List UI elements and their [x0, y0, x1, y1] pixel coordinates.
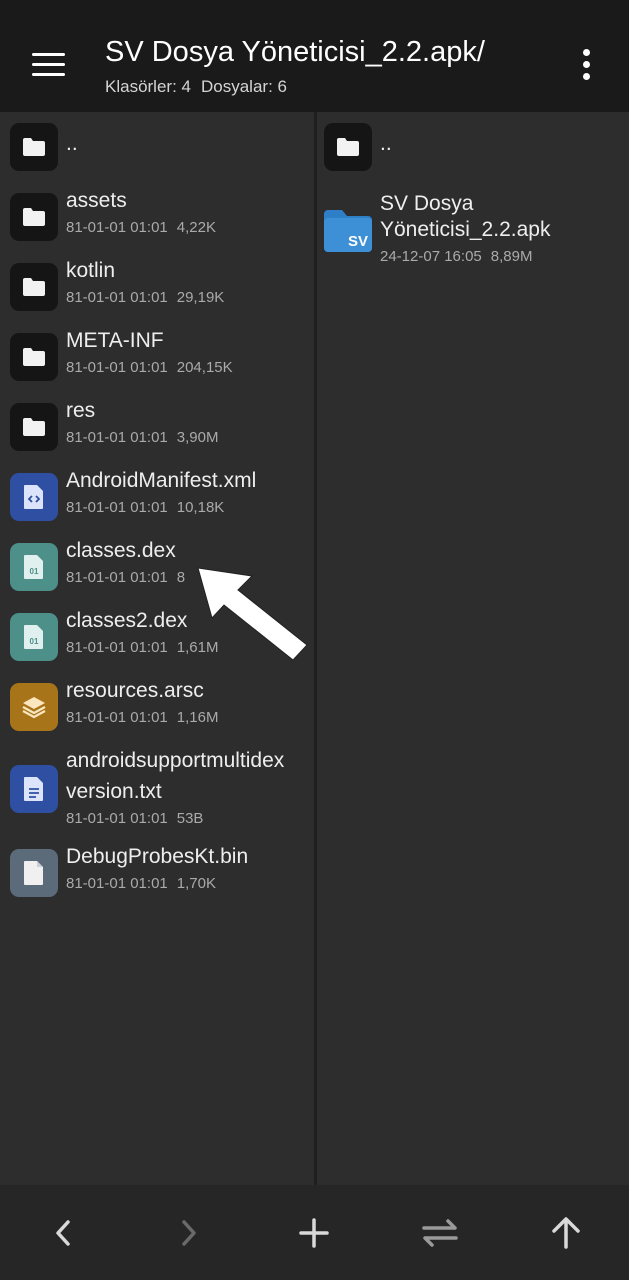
- hamburger-icon: [32, 53, 65, 56]
- list-item[interactable]: androidsupportmultidex version.txt 81-01…: [0, 749, 314, 843]
- item-name: ..: [66, 132, 78, 155]
- item-meta: 81-01-01 01:01 204,15K: [66, 359, 233, 376]
- forward-icon: [182, 1220, 196, 1246]
- item-size: 4,22K: [176, 219, 216, 236]
- text-file-icon: [10, 765, 58, 813]
- list-item[interactable]: kotlin 81-01-01 01:01 29,19K: [0, 259, 314, 323]
- more-options-button[interactable]: [570, 42, 604, 86]
- item-size: 3,90M: [176, 429, 219, 446]
- list-item[interactable]: META-INF 81-01-01 01:01 204,15K: [0, 329, 314, 393]
- item-size: 8: [176, 569, 186, 586]
- apk-item[interactable]: SV SV Dosya Yöneticisi_2.2.apk 24-12-07 …: [317, 192, 629, 276]
- item-size: 29,19K: [176, 289, 225, 306]
- item-name-line2: version.txt: [66, 780, 162, 803]
- item-meta: 81-01-01 01:01 8: [66, 569, 185, 586]
- folder-icon: [10, 193, 58, 241]
- item-size: 1,61M: [176, 639, 219, 656]
- item-meta: 81-01-01 01:01 1,70K: [66, 875, 216, 892]
- layers-icon: [10, 683, 58, 731]
- item-name: kotlin: [66, 259, 116, 282]
- item-meta: 24-12-07 16:05 8,89M: [380, 248, 532, 265]
- folder-icon: [10, 333, 58, 381]
- item-date: 81-01-01 01:01: [66, 359, 168, 376]
- item-size: 1,16M: [176, 709, 219, 726]
- svg-text:01: 01: [30, 637, 39, 646]
- item-name: AndroidManifest.xml: [66, 469, 257, 492]
- folder-count: Klasörler: 4: [105, 77, 191, 96]
- item-name-line2: Yöneticisi_2.2.apk: [380, 218, 551, 241]
- left-file-pane[interactable]: .. assets 81-01-01 01:01 4,22K kotlin 81-…: [0, 112, 314, 1185]
- parent-directory-item[interactable]: ..: [0, 123, 314, 183]
- item-name: assets: [66, 189, 127, 212]
- item-name-line1: androidsupportmultidex: [66, 749, 285, 772]
- binary-file-icon: 01: [10, 613, 58, 661]
- up-icon: [552, 1217, 580, 1249]
- item-date: 81-01-01 01:01: [66, 569, 168, 586]
- item-size: 204,15K: [176, 359, 233, 376]
- list-item[interactable]: assets 81-01-01 01:01 4,22K: [0, 189, 314, 253]
- list-item[interactable]: res 81-01-01 01:01 3,90M: [0, 399, 314, 463]
- file-count: Dosyalar: 6: [200, 77, 287, 96]
- item-date: 81-01-01 01:01: [66, 875, 168, 892]
- list-item[interactable]: resources.arsc 81-01-01 01:01 1,16M: [0, 679, 314, 743]
- item-meta: 81-01-01 01:01 10,18K: [66, 499, 224, 516]
- up-directory-button[interactable]: [536, 1203, 596, 1263]
- item-size: 53B: [176, 810, 204, 827]
- svg-text:01: 01: [30, 567, 39, 576]
- item-name: DebugProbesKt.bin: [66, 845, 249, 868]
- back-icon: [56, 1220, 70, 1246]
- item-name: res: [66, 399, 96, 422]
- path-title: SV Dosya Yöneticisi_2.2.apk/: [105, 36, 485, 68]
- path-subtitle: Klasörler: 4 Dosyalar: 6: [105, 77, 287, 97]
- item-date: 81-01-01 01:01: [66, 219, 168, 236]
- item-size: 8,89M: [490, 248, 533, 265]
- list-item[interactable]: AndroidManifest.xml 81-01-01 01:01 10,18K: [0, 469, 314, 533]
- item-date: 81-01-01 01:01: [66, 639, 168, 656]
- item-name: classes2.dex: [66, 609, 188, 632]
- add-button[interactable]: [284, 1203, 344, 1263]
- folder-icon: [10, 263, 58, 311]
- right-file-pane[interactable]: .. SV SV Dosya Yöneticisi_2.2.apk 24-12-…: [317, 112, 629, 1185]
- list-item[interactable]: 01 classes2.dex 81-01-01 01:01 1,61M: [0, 609, 314, 673]
- item-meta: 81-01-01 01:01 29,19K: [66, 289, 224, 306]
- item-date: 24-12-07 16:05: [380, 248, 482, 265]
- item-name: ..: [380, 132, 392, 155]
- menu-button[interactable]: [24, 40, 74, 88]
- item-name: META-INF: [66, 329, 164, 352]
- more-vert-icon: [583, 49, 590, 56]
- item-date: 81-01-01 01:01: [66, 709, 168, 726]
- swap-icon: [422, 1219, 458, 1247]
- item-name-line1: SV Dosya: [380, 192, 474, 215]
- folder-icon: [10, 123, 58, 171]
- folder-icon: [10, 403, 58, 451]
- apk-badge: SV: [348, 233, 368, 250]
- list-item[interactable]: DebugProbesKt.bin 81-01-01 01:01 1,70K: [0, 845, 314, 909]
- apk-folder-icon: SV: [321, 206, 375, 256]
- item-name: classes.dex: [66, 539, 176, 562]
- code-file-icon: [10, 473, 58, 521]
- item-meta: 81-01-01 01:01 1,61M: [66, 639, 218, 656]
- parent-directory-item[interactable]: ..: [317, 123, 629, 183]
- item-size: 10,18K: [176, 499, 225, 516]
- item-date: 81-01-01 01:01: [66, 429, 168, 446]
- item-date: 81-01-01 01:01: [66, 499, 168, 516]
- item-date: 81-01-01 01:01: [66, 810, 168, 827]
- add-icon: [299, 1218, 329, 1248]
- swap-panes-button[interactable]: [410, 1203, 470, 1263]
- folder-icon: [324, 123, 372, 171]
- item-meta: 81-01-01 01:01 4,22K: [66, 219, 216, 236]
- file-icon: [10, 849, 58, 897]
- item-name: resources.arsc: [66, 679, 204, 702]
- back-button[interactable]: [33, 1203, 93, 1263]
- forward-button[interactable]: [158, 1203, 218, 1263]
- list-item[interactable]: 01 classes.dex 81-01-01 01:01 8: [0, 539, 314, 603]
- item-meta: 81-01-01 01:01 3,90M: [66, 429, 218, 446]
- top-app-bar: SV Dosya Yöneticisi_2.2.apk/ Klasörler: …: [0, 0, 629, 112]
- bottom-toolbar: [0, 1185, 629, 1280]
- binary-file-icon: 01: [10, 543, 58, 591]
- item-size: 1,70K: [176, 875, 216, 892]
- item-date: 81-01-01 01:01: [66, 289, 168, 306]
- item-meta: 81-01-01 01:01 53B: [66, 810, 203, 827]
- item-meta: 81-01-01 01:01 1,16M: [66, 709, 218, 726]
